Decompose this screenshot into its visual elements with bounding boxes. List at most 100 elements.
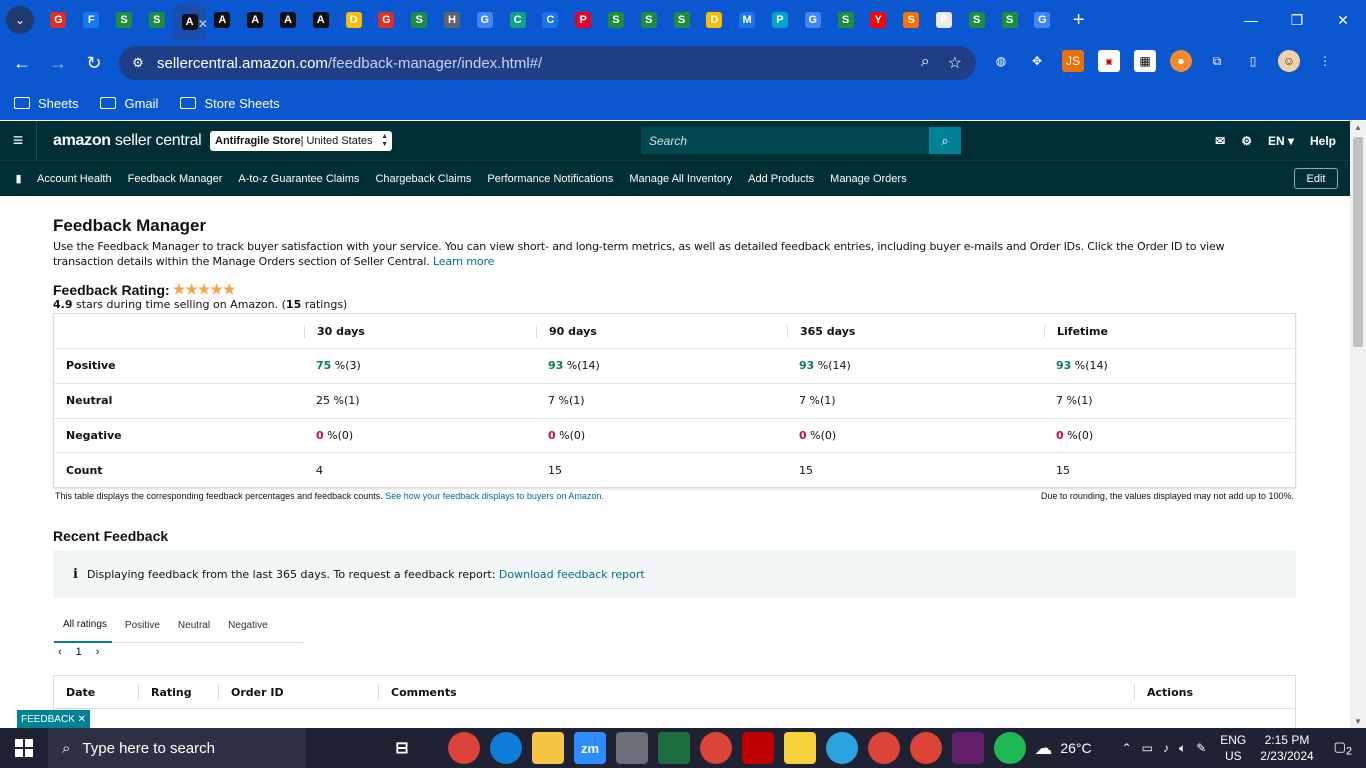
taskbar-search[interactable]: ⌕ Type here to search (48, 728, 306, 768)
sticky-notes-icon[interactable] (784, 732, 816, 764)
bookmark-folder-sheets[interactable]: Sheets (14, 96, 78, 111)
nav-chargeback-claims[interactable]: Chargeback Claims (375, 173, 471, 185)
col-rating[interactable]: Rating (138, 684, 218, 700)
browser-tab[interactable]: S (600, 0, 633, 40)
browser-tab[interactable]: A (272, 0, 305, 40)
seller-search[interactable]: Search ⌕ (641, 127, 961, 154)
new-tab-button[interactable]: + (1073, 9, 1085, 32)
col-date[interactable]: Date (54, 684, 138, 700)
bookmark-folder-store-sheets[interactable]: Store Sheets (180, 96, 280, 111)
edge-icon[interactable] (490, 732, 522, 764)
side-panel-icon[interactable]: ▯ (1242, 50, 1264, 72)
browser-tab[interactable]: M (731, 0, 764, 40)
store-selector[interactable]: Antifragile Store | United States ▲ ▼ (210, 131, 392, 151)
scroll-down-icon[interactable]: ▼ (1354, 717, 1362, 726)
restore-button[interactable]: ❐ (1274, 0, 1320, 40)
search-input[interactable]: Search (649, 134, 929, 148)
close-window-button[interactable]: ✕ (1320, 0, 1366, 40)
extensions-menu-icon[interactable]: ⧉ (1206, 50, 1228, 72)
pen-icon[interactable]: ✎ (1196, 741, 1206, 755)
seller-central-logo[interactable]: amazon seller central (53, 132, 202, 150)
browser-tab[interactable]: Y (862, 0, 895, 40)
weather-temp[interactable]: 26°C (1060, 740, 1091, 756)
weather-icon[interactable]: ☁ (1034, 738, 1052, 759)
browser-tab[interactable]: G (796, 0, 829, 40)
browser-tab[interactable]: S (960, 0, 993, 40)
chrome-icon[interactable] (700, 732, 732, 764)
microphone-icon[interactable]: ♪ (1163, 741, 1169, 755)
browser-tab[interactable]: S (993, 0, 1026, 40)
filezilla-icon[interactable] (742, 732, 774, 764)
nav-add-products[interactable]: Add Products (748, 173, 814, 185)
calculator-icon[interactable] (616, 732, 648, 764)
profile-avatar[interactable]: ☺ (1278, 50, 1300, 72)
zoom-icon[interactable]: ⌕ (921, 53, 930, 73)
language-selector[interactable]: EN ▾ (1268, 134, 1294, 148)
nav-feedback-manager[interactable]: Feedback Manager (128, 173, 223, 185)
explorer-icon[interactable] (532, 732, 564, 764)
current-page[interactable]: 1 (76, 646, 82, 658)
spotify-icon[interactable] (994, 732, 1026, 764)
browser-tab[interactable]: S (140, 0, 173, 40)
qr-extension-icon[interactable]: ▦ (1134, 50, 1156, 72)
prev-page-icon[interactable]: ‹ (58, 646, 62, 658)
chrome-icon[interactable] (448, 732, 480, 764)
col-actions[interactable]: Actions (1134, 684, 1284, 700)
buyer-display-link[interactable]: See how your feedback displays to buyers… (385, 491, 604, 501)
scroll-up-icon[interactable]: ▲ (1354, 123, 1362, 132)
globe-extension-icon[interactable]: ◍ (990, 50, 1012, 72)
download-report-link[interactable]: Download feedback report (499, 568, 645, 581)
tab-negative[interactable]: Negative (219, 609, 276, 643)
browser-tab[interactable]: A ✕ (173, 4, 208, 40)
browser-tab[interactable]: P (567, 0, 600, 40)
browser-tab[interactable]: G (42, 0, 75, 40)
tab-search-button[interactable]: ⌄ (6, 6, 34, 34)
volume-icon[interactable]: 🔈︎ (1179, 741, 1186, 756)
zoom-icon[interactable]: zm (574, 732, 606, 764)
browser-tab[interactable]: P (928, 0, 961, 40)
tray-chevron-icon[interactable]: ⌃ (1122, 741, 1132, 755)
browser-tab[interactable]: C (534, 0, 567, 40)
browser-tab[interactable]: S (895, 0, 928, 40)
task-view-icon[interactable]: ⊟ (386, 732, 418, 764)
telegram-icon[interactable] (826, 732, 858, 764)
next-page-icon[interactable]: › (96, 646, 100, 658)
chrome-icon[interactable] (910, 732, 942, 764)
browser-tab[interactable]: A (304, 0, 337, 40)
col-order-id[interactable]: Order ID (218, 684, 378, 700)
bookmark-folder-gmail[interactable]: Gmail (100, 96, 158, 111)
nav-manage-orders[interactable]: Manage Orders (830, 173, 906, 185)
browser-tab[interactable]: D (698, 0, 731, 40)
col-comments[interactable]: Comments (378, 684, 1134, 700)
browser-tab[interactable]: G (1026, 0, 1059, 40)
browser-tab[interactable]: S (829, 0, 862, 40)
page-scrollbar[interactable]: ▲ ▼ (1350, 121, 1366, 728)
browser-tab[interactable]: S (403, 0, 436, 40)
browser-tab[interactable]: G (370, 0, 403, 40)
tab-all-ratings[interactable]: All ratings (54, 609, 112, 643)
notifications-icon[interactable]: ▢2 (1334, 739, 1352, 758)
browser-tab[interactable]: D (337, 0, 370, 40)
browser-menu-icon[interactable]: ⋮ (1314, 50, 1336, 72)
help-extension-icon[interactable]: ▣ (1098, 50, 1120, 72)
browser-tab[interactable]: S (665, 0, 698, 40)
edit-nav-button[interactable]: Edit (1294, 168, 1338, 189)
browser-tab[interactable]: P (764, 0, 797, 40)
js-extension-icon[interactable]: JS (1062, 50, 1084, 72)
browser-tab[interactable]: H (436, 0, 469, 40)
browser-tab[interactable]: G (468, 0, 501, 40)
messages-icon[interactable]: ✉ (1215, 134, 1225, 148)
browser-tab[interactable]: A (206, 0, 239, 40)
puzzle-extension-icon[interactable]: ✥ (1026, 50, 1048, 72)
hamburger-menu-icon[interactable]: ≡ (0, 121, 37, 160)
browser-tab[interactable]: A (239, 0, 272, 40)
nav-account-health[interactable]: Account Health (37, 173, 112, 185)
circle-extension-icon[interactable]: ● (1170, 50, 1192, 72)
learn-more-link[interactable]: Learn more (433, 255, 494, 268)
chrome-icon[interactable] (868, 732, 900, 764)
help-link[interactable]: Help (1310, 134, 1336, 148)
bookmark-icon[interactable]: ▮ (0, 172, 37, 185)
nav-performance-notifications[interactable]: Performance Notifications (487, 173, 613, 185)
url-text[interactable]: sellercentral.amazon.com/feedback-manage… (157, 55, 542, 72)
forward-button[interactable]: → (40, 45, 76, 81)
